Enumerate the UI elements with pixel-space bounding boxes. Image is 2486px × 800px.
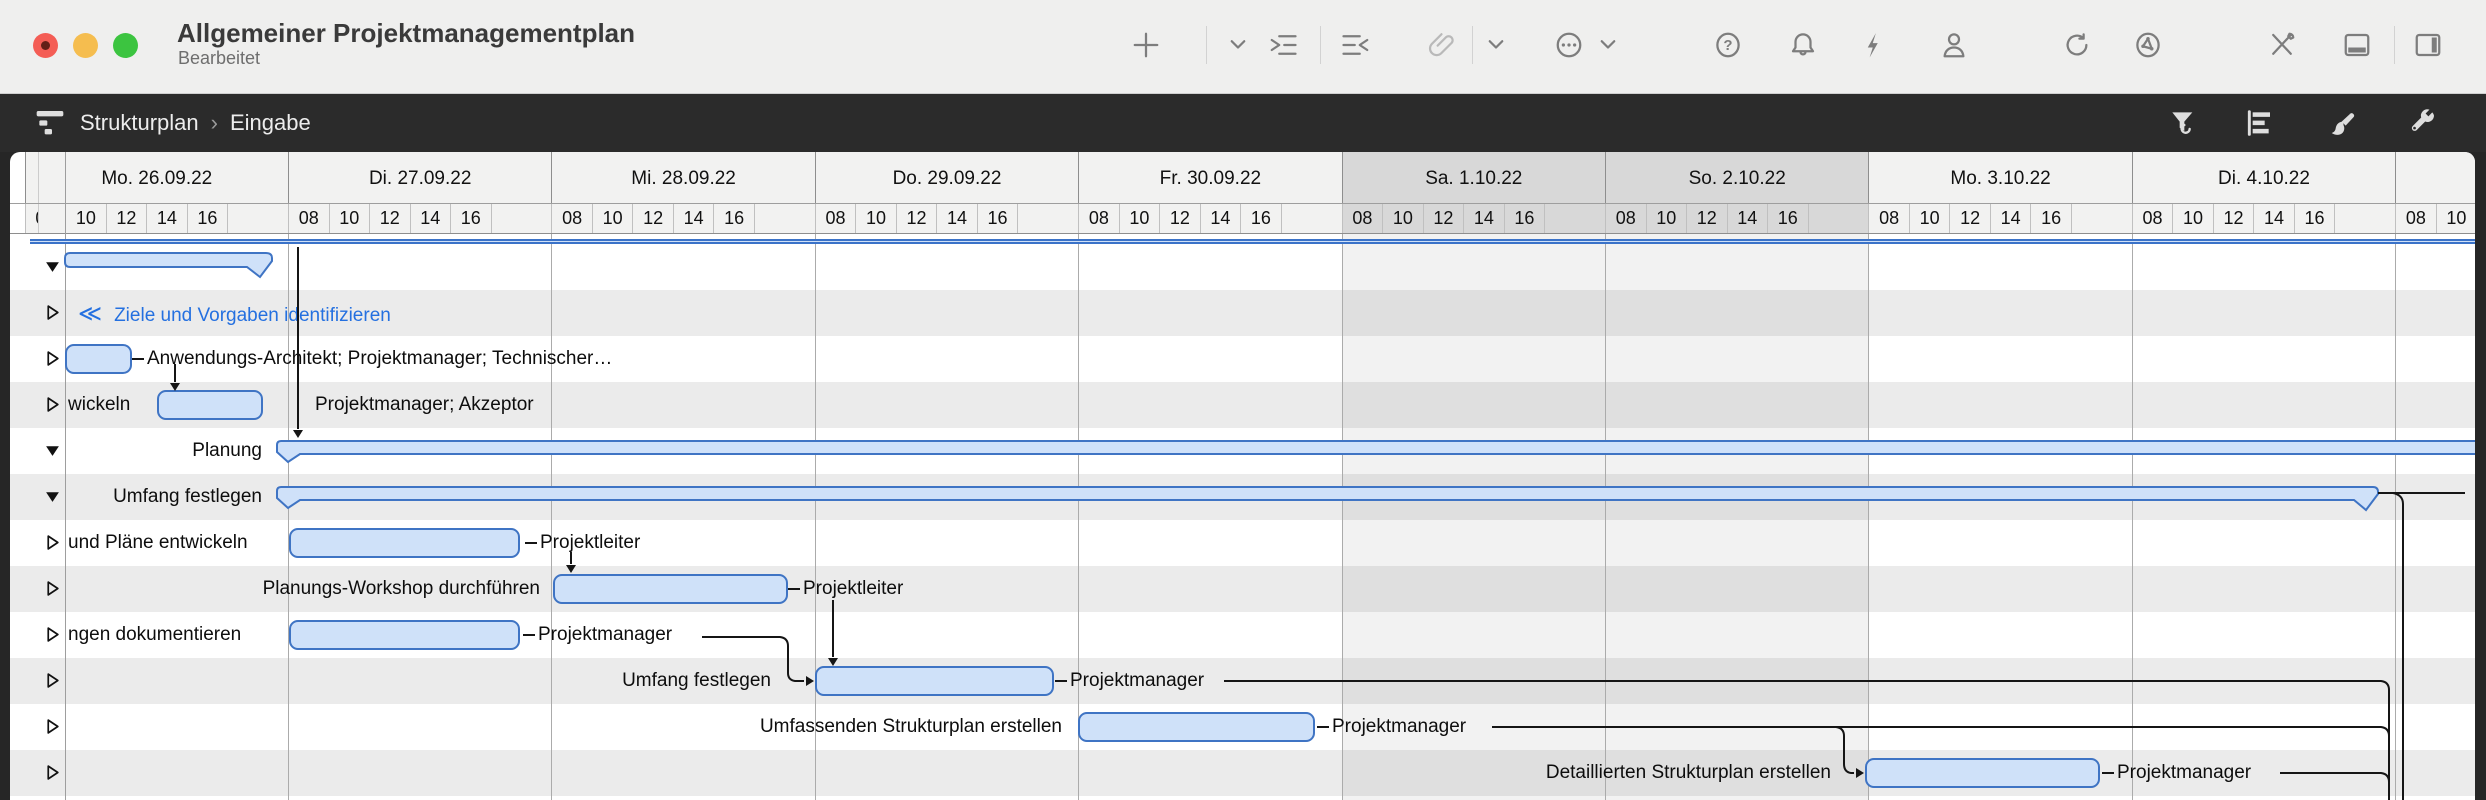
chevron-down-icon[interactable] [1223,30,1253,60]
panel-bottom-icon[interactable] [2342,30,2372,60]
plus-icon[interactable] [1131,30,1161,60]
paperclip-icon[interactable] [1427,30,1457,60]
network-icon[interactable] [2133,30,2163,60]
toolbar-divider [1320,26,1321,64]
zoom-button[interactable] [113,33,138,58]
document-status: Bearbeitet [178,48,260,69]
format-brush-icon[interactable] [2327,107,2359,139]
toolbar-divider [1472,26,1473,64]
app-window: Allgemeiner Projektmanagementplan Bearbe… [0,0,2486,800]
outdent-icon[interactable] [1341,30,1371,60]
document-title: Allgemeiner Projektmanagementplan [177,18,635,49]
toolbar-divider [2394,26,2395,64]
ellipsis-circle-icon[interactable] [1554,30,1584,60]
chevron-down-icon[interactable] [1593,30,1623,60]
dependency-links [10,152,2475,800]
minimize-button[interactable] [73,33,98,58]
breadcrumb-separator: › [199,110,230,135]
chevron-down-icon[interactable] [1481,30,1511,60]
outline-view-icon[interactable] [2244,107,2276,139]
edited-indicator [41,41,50,50]
indent-icon[interactable] [1268,30,1298,60]
gantt-panel: Mo. 26.09.22Di. 27.09.22Mi. 28.09.22Do. … [10,152,2475,800]
breadcrumb-item[interactable]: Eingabe [230,110,311,135]
bolt-icon[interactable] [1859,30,1889,60]
settings-wrench-icon[interactable] [2406,107,2438,139]
toolbar-divider [1206,26,1207,64]
breadcrumb[interactable]: Strukturplan›Eingabe [80,94,311,152]
svg-text:?: ? [1723,37,1732,54]
tools-icon[interactable] [2267,30,2297,60]
breadcrumb-item[interactable]: Strukturplan [80,110,199,135]
filter-icon[interactable] [2167,107,2199,139]
structure-icon [34,107,66,139]
breadcrumb-bar: Strukturplan›Eingabe [0,94,2486,152]
close-button[interactable] [33,33,58,58]
user-icon[interactable] [1939,30,1969,60]
bell-icon[interactable] [1788,30,1818,60]
help-icon[interactable]: ? [1713,30,1743,60]
sync-icon[interactable] [2062,30,2092,60]
title-bar: Allgemeiner Projektmanagementplan Bearbe… [0,0,2486,94]
panel-right-icon[interactable] [2413,30,2443,60]
dependency-links-layer [10,152,2475,800]
